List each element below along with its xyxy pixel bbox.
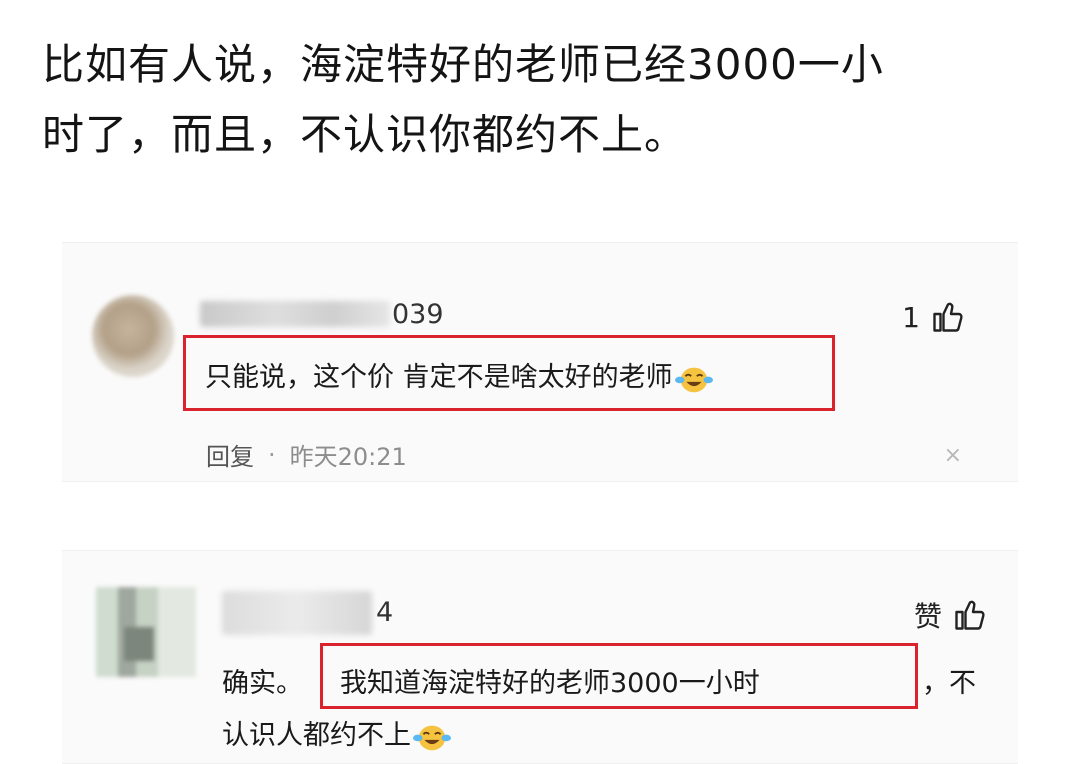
- crying-laughing-emoji-icon: [413, 725, 451, 750]
- timestamp: 昨天20:21: [289, 443, 407, 471]
- comment-text-after: ，不: [922, 668, 976, 699]
- like-count: 1: [902, 300, 920, 334]
- crying-laughing-emoji-icon: [674, 367, 713, 392]
- comment-text: 只能说，这个价 肯定不是啥太好的老师: [205, 355, 713, 396]
- like-label: 赞: [913, 600, 942, 633]
- avatar[interactable]: [92, 295, 174, 377]
- comment-card-1: 039 1 只能说，这个价 肯定不是啥太好的老师 回复 · 昨天20:21 ×: [62, 242, 1018, 482]
- comment-card-2: 4 赞 确实。 我知道海淀特好的老师3000一小时 ，不 认识人都约不上: [62, 550, 1018, 764]
- username-suffix[interactable]: 4: [376, 597, 393, 628]
- reply-button[interactable]: 回复: [206, 437, 254, 472]
- username-suffix[interactable]: 039: [392, 299, 444, 330]
- comment-meta: 回复 · 昨天20:21: [206, 437, 407, 472]
- close-icon[interactable]: ×: [944, 443, 962, 468]
- meta-separator: ·: [268, 440, 276, 469]
- thumbs-up-icon: [955, 600, 985, 630]
- post-text: 比如有人说，海淀特好的老师已经3000一小 时了，而且，不认识你都约不上。: [42, 30, 1052, 170]
- comment-text-line-2: 认识人都约不上: [222, 713, 451, 754]
- username-blurred[interactable]: [200, 301, 390, 327]
- comment-text-line-2-body: 认识人都约不上: [222, 720, 411, 751]
- username-blurred[interactable]: [222, 591, 372, 635]
- comment-text-body: 只能说，这个价 肯定不是啥太好的老师: [205, 362, 673, 393]
- comment-text-prefix: 确实。: [222, 668, 303, 699]
- thumbs-up-icon: [933, 302, 963, 332]
- avatar[interactable]: [96, 587, 196, 677]
- post-text-line-2: 时了，而且，不认识你都约不上。: [42, 110, 688, 159]
- post-text-line-1: 比如有人说，海淀特好的老师已经3000一小: [42, 40, 884, 89]
- like-button[interactable]: 赞: [914, 595, 988, 635]
- like-button[interactable]: 1: [902, 299, 966, 335]
- comment-text-highlighted: 我知道海淀特好的老师3000一小时: [340, 668, 760, 699]
